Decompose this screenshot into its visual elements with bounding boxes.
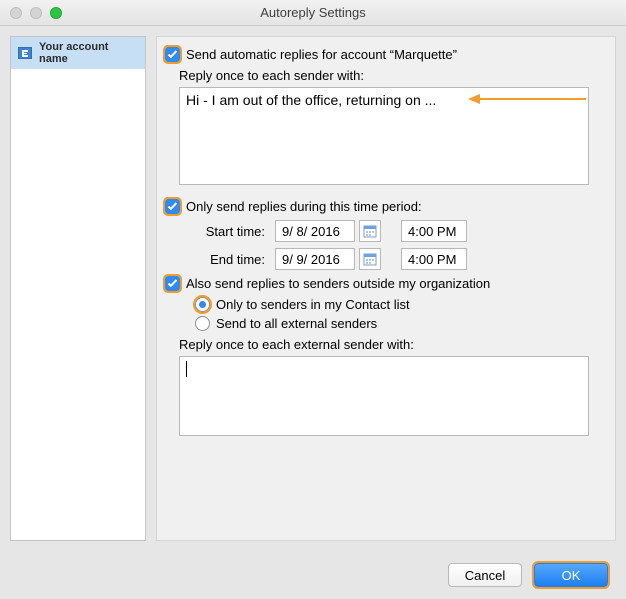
- reply-body-textarea[interactable]: Hi - I am out of the office, returning o…: [179, 87, 589, 185]
- start-time-row: Start time: 9/ 8/ 2016 4:00 PM: [195, 220, 601, 242]
- text-cursor: [186, 361, 187, 377]
- ok-button[interactable]: OK: [534, 563, 608, 587]
- time-period-row: Only send replies during this time perio…: [165, 199, 601, 214]
- date-time-block: Start time: 9/ 8/ 2016 4:00 PM End time:…: [195, 220, 601, 270]
- account-sidebar: Your account name: [10, 36, 146, 541]
- send-automatic-checkbox[interactable]: [165, 47, 180, 62]
- time-period-checkbox[interactable]: [165, 199, 180, 214]
- time-period-label: Only send replies during this time perio…: [186, 199, 422, 214]
- dialog-footer: Cancel OK: [0, 551, 626, 599]
- radio-all-label: Send to all external senders: [216, 316, 377, 331]
- annotation-arrow-icon: [468, 93, 588, 105]
- reply-body-text: Hi - I am out of the office, returning o…: [186, 92, 436, 108]
- content-area: Your account name Send automatic replies…: [0, 26, 626, 551]
- radio-all-row: Send to all external senders: [195, 316, 601, 331]
- window-title: Autoreply Settings: [0, 5, 626, 20]
- start-date-input[interactable]: 9/ 8/ 2016: [275, 220, 355, 242]
- exchange-account-icon: [17, 45, 33, 61]
- end-time-row: End time: 9/ 9/ 2016 4:00 PM: [195, 248, 601, 270]
- outside-org-row: Also send replies to senders outside my …: [165, 276, 601, 291]
- start-time-input[interactable]: 4:00 PM: [401, 220, 467, 242]
- external-scope-radio-group: Only to senders in my Contact list Send …: [195, 297, 601, 331]
- start-time-label: Start time:: [195, 224, 265, 239]
- titlebar: Autoreply Settings: [0, 0, 626, 26]
- outside-org-label: Also send replies to senders outside my …: [186, 276, 490, 291]
- calendar-icon: [363, 224, 377, 238]
- outside-org-checkbox[interactable]: [165, 276, 180, 291]
- settings-pane: Send automatic replies for account “Marq…: [156, 36, 616, 541]
- ok-button-label: OK: [562, 568, 581, 583]
- calendar-icon: [363, 252, 377, 266]
- cancel-button-label: Cancel: [465, 568, 505, 583]
- external-reply-textarea[interactable]: [179, 356, 589, 436]
- send-automatic-label: Send automatic replies for account “Marq…: [186, 47, 457, 62]
- send-automatic-row: Send automatic replies for account “Marq…: [165, 47, 601, 62]
- end-time-input[interactable]: 4:00 PM: [401, 248, 467, 270]
- radio-contacts-row: Only to senders in my Contact list: [195, 297, 601, 312]
- end-time-label: End time:: [195, 252, 265, 267]
- start-date-calendar-button[interactable]: [359, 220, 381, 242]
- radio-contacts-label: Only to senders in my Contact list: [216, 297, 410, 312]
- external-reply-label: Reply once to each external sender with:: [179, 337, 601, 352]
- cancel-button[interactable]: Cancel: [448, 563, 522, 587]
- account-name-label: Your account name: [39, 41, 139, 65]
- reply-once-label: Reply once to each sender with:: [179, 68, 601, 83]
- end-date-calendar-button[interactable]: [359, 248, 381, 270]
- end-date-input[interactable]: 9/ 9/ 2016: [275, 248, 355, 270]
- account-list-item[interactable]: Your account name: [11, 37, 145, 69]
- radio-all-external[interactable]: [195, 316, 210, 331]
- radio-contacts[interactable]: [195, 297, 210, 312]
